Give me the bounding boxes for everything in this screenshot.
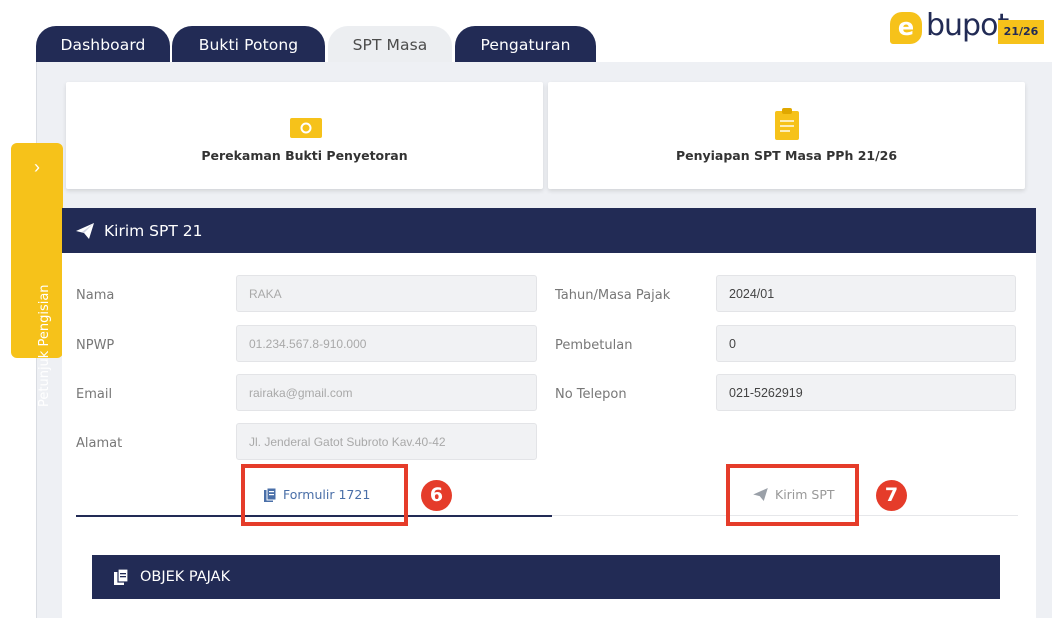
menu-card-perekaman[interactable]: Perekaman Bukti Penyetoran: [66, 82, 543, 189]
logo-word: bupot: [926, 8, 1009, 43]
tab-label: SPT Masa: [352, 36, 428, 54]
tab-label: Dashboard: [60, 36, 146, 54]
logo-badge: 21/26: [998, 20, 1044, 44]
menu-card-penyiapan-spt[interactable]: Penyiapan SPT Masa PPh 21/26: [548, 82, 1025, 189]
tab-label: Pengaturan: [480, 36, 571, 54]
tab-dashboard[interactable]: Dashboard: [36, 26, 170, 64]
annotation-box-step-7: [726, 464, 859, 526]
nama-field[interactable]: RAKA: [236, 275, 537, 312]
logo-e-mark: e: [890, 12, 922, 44]
menu-card-label: Penyiapan SPT Masa PPh 21/26: [675, 148, 898, 163]
clipboard-icon: [775, 108, 799, 140]
alamat-field[interactable]: Jl. Jenderal Gatot Subroto Kav.40-42: [236, 423, 537, 460]
label-npwp: NPWP: [76, 338, 115, 353]
objek-pajak-header[interactable]: OBJEK PAJAK: [92, 555, 1000, 599]
tab-spt-masa[interactable]: SPT Masa: [328, 26, 452, 64]
petunjuk-pengisian-tab[interactable]: › Petunjuk Pengisian: [11, 143, 63, 407]
label-no-telepon: No Telepon: [555, 387, 627, 402]
ebupot-logo: e bupot 21/26: [886, 6, 1046, 50]
form-header: Kirim SPT 21: [62, 208, 1036, 253]
label-alamat: Alamat: [76, 436, 123, 451]
label-nama: Nama: [76, 288, 115, 303]
step-6-badge: 6: [421, 480, 452, 511]
label-pembetulan: Pembetulan: [555, 338, 633, 353]
paper-plane-icon: [76, 222, 94, 239]
tab-pengaturan[interactable]: Pengaturan: [455, 26, 596, 64]
email-field[interactable]: rairaka@gmail.com: [236, 374, 537, 411]
tab-bukti-potong[interactable]: Bukti Potong: [172, 26, 325, 64]
side-tab-label: Petunjuk Pengisian: [37, 284, 52, 407]
pembetulan-field[interactable]: 0: [716, 325, 1016, 362]
objek-pajak-title: OBJEK PAJAK: [140, 569, 231, 585]
money-icon: [290, 118, 322, 138]
tahun-masa-pajak-field[interactable]: 2024/01: [716, 275, 1016, 312]
documents-icon: [114, 569, 128, 585]
chevron-right-icon: ›: [34, 157, 40, 177]
label-email: Email: [76, 387, 113, 402]
menu-card-label: Perekaman Bukti Penyetoran: [201, 148, 408, 163]
form-title: Kirim SPT 21: [104, 221, 203, 240]
label-tahun-masa-pajak: Tahun/Masa Pajak: [555, 288, 671, 303]
annotation-box-step-6: [241, 464, 408, 526]
no-telepon-field[interactable]: 021-5262919: [716, 374, 1016, 411]
step-7-badge: 7: [876, 480, 907, 511]
tab-label: Bukti Potong: [198, 36, 299, 54]
npwp-field[interactable]: 01.234.567.8-910.000: [236, 325, 537, 362]
